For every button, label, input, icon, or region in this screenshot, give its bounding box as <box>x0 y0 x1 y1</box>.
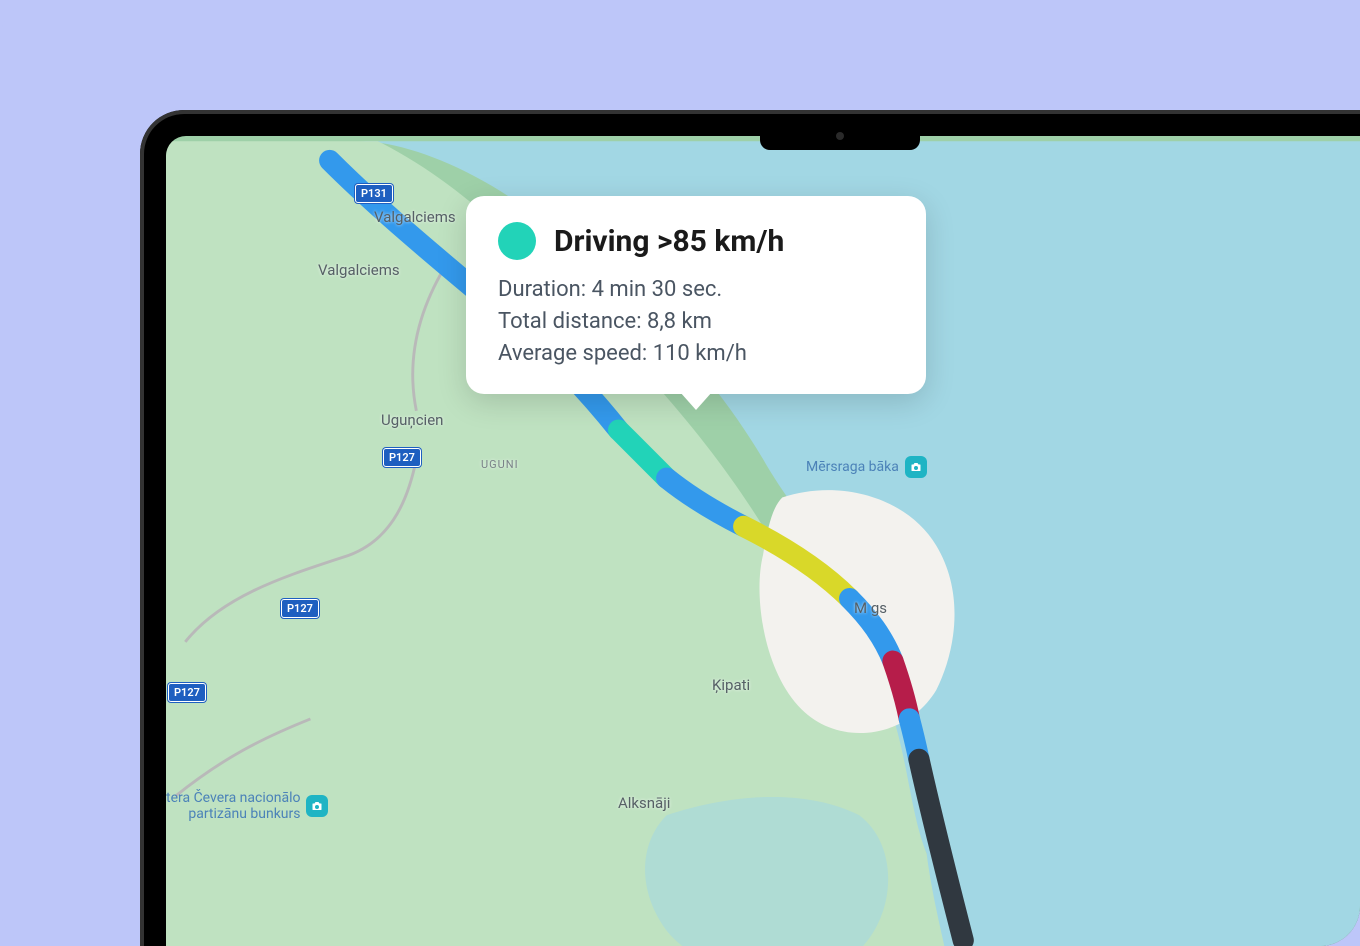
canvas-frame: P131 P127 P127 P127 Valgalciems Valgalci… <box>0 0 1360 946</box>
road-shield-p131: P131 <box>355 184 393 203</box>
camera-dot-icon <box>836 132 844 140</box>
place-kipati: Ķipati <box>712 676 750 694</box>
camera-poi-icon <box>306 795 328 817</box>
tooltip-title: Driving >85 km/h <box>554 224 784 259</box>
place-uguni: UGUNI <box>481 458 519 471</box>
laptop-notch <box>760 122 920 150</box>
place-valgalciems-1: Valgalciems <box>374 208 456 226</box>
tooltip-distance: Total distance: 8,8 km <box>498 306 894 338</box>
poi-label: tera Čevera nacionālo partizānu bunkurs <box>166 790 300 822</box>
camera-poi-icon <box>905 456 927 478</box>
road-shield-p127-b: P127 <box>281 599 319 618</box>
place-valgalciems-2: Valgalciems <box>318 261 400 279</box>
speed-category-dot-icon <box>498 222 536 260</box>
place-alksnaji: Alksnāji <box>618 794 670 812</box>
poi-bunker[interactable]: tera Čevera nacionālo partizānu bunkurs <box>166 790 328 822</box>
tooltip-duration: Duration: 4 min 30 sec. <box>498 274 894 306</box>
laptop-bezel: P131 P127 P127 P127 Valgalciems Valgalci… <box>140 110 1360 946</box>
road-shield-p127-c: P127 <box>168 683 206 702</box>
map-screen[interactable]: P131 P127 P127 P127 Valgalciems Valgalci… <box>166 136 1360 946</box>
speed-tooltip-card: Driving >85 km/h Duration: 4 min 30 sec.… <box>466 196 926 394</box>
poi-label: Mērsraga bāka <box>806 459 899 475</box>
place-ugunciems: Uguņcien <box>381 411 443 429</box>
road-shield-p127-a: P127 <box>383 448 421 467</box>
place-mersrags: M gs <box>854 599 887 617</box>
marsh-area <box>645 797 888 946</box>
tooltip-speed: Average speed: 110 km/h <box>498 338 894 370</box>
tooltip-header: Driving >85 km/h <box>498 222 894 260</box>
poi-mersraga-baka[interactable]: Mērsraga bāka <box>806 456 927 478</box>
